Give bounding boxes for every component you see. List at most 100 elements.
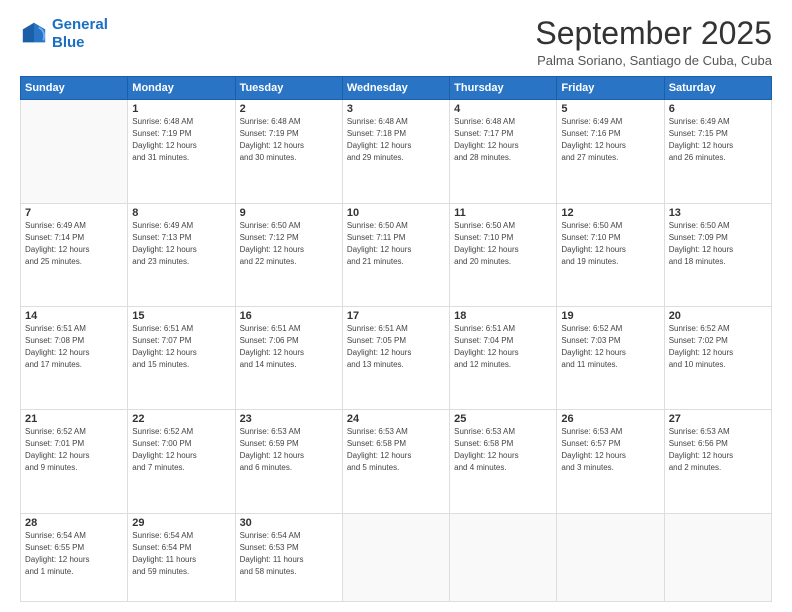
table-row: 7Sunrise: 6:49 AM Sunset: 7:14 PM Daylig…	[21, 203, 128, 306]
day-number: 14	[25, 310, 123, 322]
table-row: 20Sunrise: 6:52 AM Sunset: 7:02 PM Dayli…	[664, 306, 771, 409]
col-thursday: Thursday	[450, 77, 557, 100]
table-row: 13Sunrise: 6:50 AM Sunset: 7:09 PM Dayli…	[664, 203, 771, 306]
page: General Blue September 2025 Palma Sorian…	[0, 0, 792, 612]
header: General Blue September 2025 Palma Sorian…	[20, 16, 772, 68]
day-number: 28	[25, 517, 123, 529]
day-number: 13	[669, 207, 767, 219]
day-info: Sunrise: 6:50 AM Sunset: 7:10 PM Dayligh…	[561, 220, 659, 268]
table-row: 24Sunrise: 6:53 AM Sunset: 6:58 PM Dayli…	[342, 410, 449, 513]
day-info: Sunrise: 6:49 AM Sunset: 7:14 PM Dayligh…	[25, 220, 123, 268]
table-row: 25Sunrise: 6:53 AM Sunset: 6:58 PM Dayli…	[450, 410, 557, 513]
table-row: 4Sunrise: 6:48 AM Sunset: 7:17 PM Daylig…	[450, 100, 557, 203]
day-number: 8	[132, 207, 230, 219]
day-number: 6	[669, 103, 767, 115]
table-row: 22Sunrise: 6:52 AM Sunset: 7:00 PM Dayli…	[128, 410, 235, 513]
day-info: Sunrise: 6:54 AM Sunset: 6:54 PM Dayligh…	[132, 530, 230, 578]
day-number: 27	[669, 413, 767, 425]
day-number: 1	[132, 103, 230, 115]
day-number: 16	[240, 310, 338, 322]
table-row: 18Sunrise: 6:51 AM Sunset: 7:04 PM Dayli…	[450, 306, 557, 409]
table-row: 1Sunrise: 6:48 AM Sunset: 7:19 PM Daylig…	[128, 100, 235, 203]
table-row: 19Sunrise: 6:52 AM Sunset: 7:03 PM Dayli…	[557, 306, 664, 409]
day-info: Sunrise: 6:53 AM Sunset: 6:59 PM Dayligh…	[240, 426, 338, 474]
day-number: 17	[347, 310, 445, 322]
day-info: Sunrise: 6:50 AM Sunset: 7:12 PM Dayligh…	[240, 220, 338, 268]
calendar: Sunday Monday Tuesday Wednesday Thursday…	[20, 76, 772, 602]
day-number: 5	[561, 103, 659, 115]
day-number: 26	[561, 413, 659, 425]
day-info: Sunrise: 6:50 AM Sunset: 7:10 PM Dayligh…	[454, 220, 552, 268]
day-info: Sunrise: 6:49 AM Sunset: 7:16 PM Dayligh…	[561, 116, 659, 164]
table-row	[21, 100, 128, 203]
day-info: Sunrise: 6:48 AM Sunset: 7:19 PM Dayligh…	[132, 116, 230, 164]
table-row: 17Sunrise: 6:51 AM Sunset: 7:05 PM Dayli…	[342, 306, 449, 409]
day-number: 10	[347, 207, 445, 219]
table-row: 16Sunrise: 6:51 AM Sunset: 7:06 PM Dayli…	[235, 306, 342, 409]
day-number: 20	[669, 310, 767, 322]
table-row: 27Sunrise: 6:53 AM Sunset: 6:56 PM Dayli…	[664, 410, 771, 513]
col-monday: Monday	[128, 77, 235, 100]
day-info: Sunrise: 6:48 AM Sunset: 7:18 PM Dayligh…	[347, 116, 445, 164]
table-row: 6Sunrise: 6:49 AM Sunset: 7:15 PM Daylig…	[664, 100, 771, 203]
day-number: 21	[25, 413, 123, 425]
table-row: 23Sunrise: 6:53 AM Sunset: 6:59 PM Dayli…	[235, 410, 342, 513]
day-info: Sunrise: 6:53 AM Sunset: 6:56 PM Dayligh…	[669, 426, 767, 474]
subtitle: Palma Soriano, Santiago de Cuba, Cuba	[535, 53, 772, 68]
day-info: Sunrise: 6:51 AM Sunset: 7:04 PM Dayligh…	[454, 323, 552, 371]
day-info: Sunrise: 6:52 AM Sunset: 7:00 PM Dayligh…	[132, 426, 230, 474]
table-row: 28Sunrise: 6:54 AM Sunset: 6:55 PM Dayli…	[21, 513, 128, 601]
col-wednesday: Wednesday	[342, 77, 449, 100]
day-info: Sunrise: 6:49 AM Sunset: 7:13 PM Dayligh…	[132, 220, 230, 268]
table-row: 5Sunrise: 6:49 AM Sunset: 7:16 PM Daylig…	[557, 100, 664, 203]
day-info: Sunrise: 6:54 AM Sunset: 6:55 PM Dayligh…	[25, 530, 123, 578]
day-info: Sunrise: 6:51 AM Sunset: 7:08 PM Dayligh…	[25, 323, 123, 371]
table-row	[557, 513, 664, 601]
day-number: 22	[132, 413, 230, 425]
table-row	[664, 513, 771, 601]
day-info: Sunrise: 6:52 AM Sunset: 7:01 PM Dayligh…	[25, 426, 123, 474]
day-info: Sunrise: 6:51 AM Sunset: 7:06 PM Dayligh…	[240, 323, 338, 371]
table-row	[450, 513, 557, 601]
table-row: 9Sunrise: 6:50 AM Sunset: 7:12 PM Daylig…	[235, 203, 342, 306]
day-number: 12	[561, 207, 659, 219]
day-number: 29	[132, 517, 230, 529]
day-info: Sunrise: 6:50 AM Sunset: 7:09 PM Dayligh…	[669, 220, 767, 268]
table-row: 14Sunrise: 6:51 AM Sunset: 7:08 PM Dayli…	[21, 306, 128, 409]
table-row: 11Sunrise: 6:50 AM Sunset: 7:10 PM Dayli…	[450, 203, 557, 306]
logo-line2: Blue	[52, 34, 85, 51]
col-sunday: Sunday	[21, 77, 128, 100]
logo-line1: General	[52, 16, 108, 33]
day-info: Sunrise: 6:48 AM Sunset: 7:19 PM Dayligh…	[240, 116, 338, 164]
day-info: Sunrise: 6:51 AM Sunset: 7:07 PM Dayligh…	[132, 323, 230, 371]
month-title: September 2025	[535, 16, 772, 51]
day-number: 30	[240, 517, 338, 529]
day-number: 15	[132, 310, 230, 322]
table-row: 2Sunrise: 6:48 AM Sunset: 7:19 PM Daylig…	[235, 100, 342, 203]
day-info: Sunrise: 6:53 AM Sunset: 6:57 PM Dayligh…	[561, 426, 659, 474]
table-row: 26Sunrise: 6:53 AM Sunset: 6:57 PM Dayli…	[557, 410, 664, 513]
table-row: 15Sunrise: 6:51 AM Sunset: 7:07 PM Dayli…	[128, 306, 235, 409]
day-info: Sunrise: 6:51 AM Sunset: 7:05 PM Dayligh…	[347, 323, 445, 371]
table-row	[342, 513, 449, 601]
col-saturday: Saturday	[664, 77, 771, 100]
day-number: 24	[347, 413, 445, 425]
day-number: 3	[347, 103, 445, 115]
day-info: Sunrise: 6:54 AM Sunset: 6:53 PM Dayligh…	[240, 530, 338, 578]
day-number: 4	[454, 103, 552, 115]
header-row: Sunday Monday Tuesday Wednesday Thursday…	[21, 77, 772, 100]
table-row: 30Sunrise: 6:54 AM Sunset: 6:53 PM Dayli…	[235, 513, 342, 601]
table-row: 3Sunrise: 6:48 AM Sunset: 7:18 PM Daylig…	[342, 100, 449, 203]
day-number: 25	[454, 413, 552, 425]
table-row: 29Sunrise: 6:54 AM Sunset: 6:54 PM Dayli…	[128, 513, 235, 601]
title-block: September 2025 Palma Soriano, Santiago d…	[535, 16, 772, 68]
day-number: 19	[561, 310, 659, 322]
day-info: Sunrise: 6:52 AM Sunset: 7:02 PM Dayligh…	[669, 323, 767, 371]
day-number: 9	[240, 207, 338, 219]
day-number: 18	[454, 310, 552, 322]
day-number: 2	[240, 103, 338, 115]
logo-icon	[20, 20, 48, 48]
day-info: Sunrise: 6:53 AM Sunset: 6:58 PM Dayligh…	[347, 426, 445, 474]
logo-text: General Blue	[52, 16, 108, 52]
day-number: 23	[240, 413, 338, 425]
